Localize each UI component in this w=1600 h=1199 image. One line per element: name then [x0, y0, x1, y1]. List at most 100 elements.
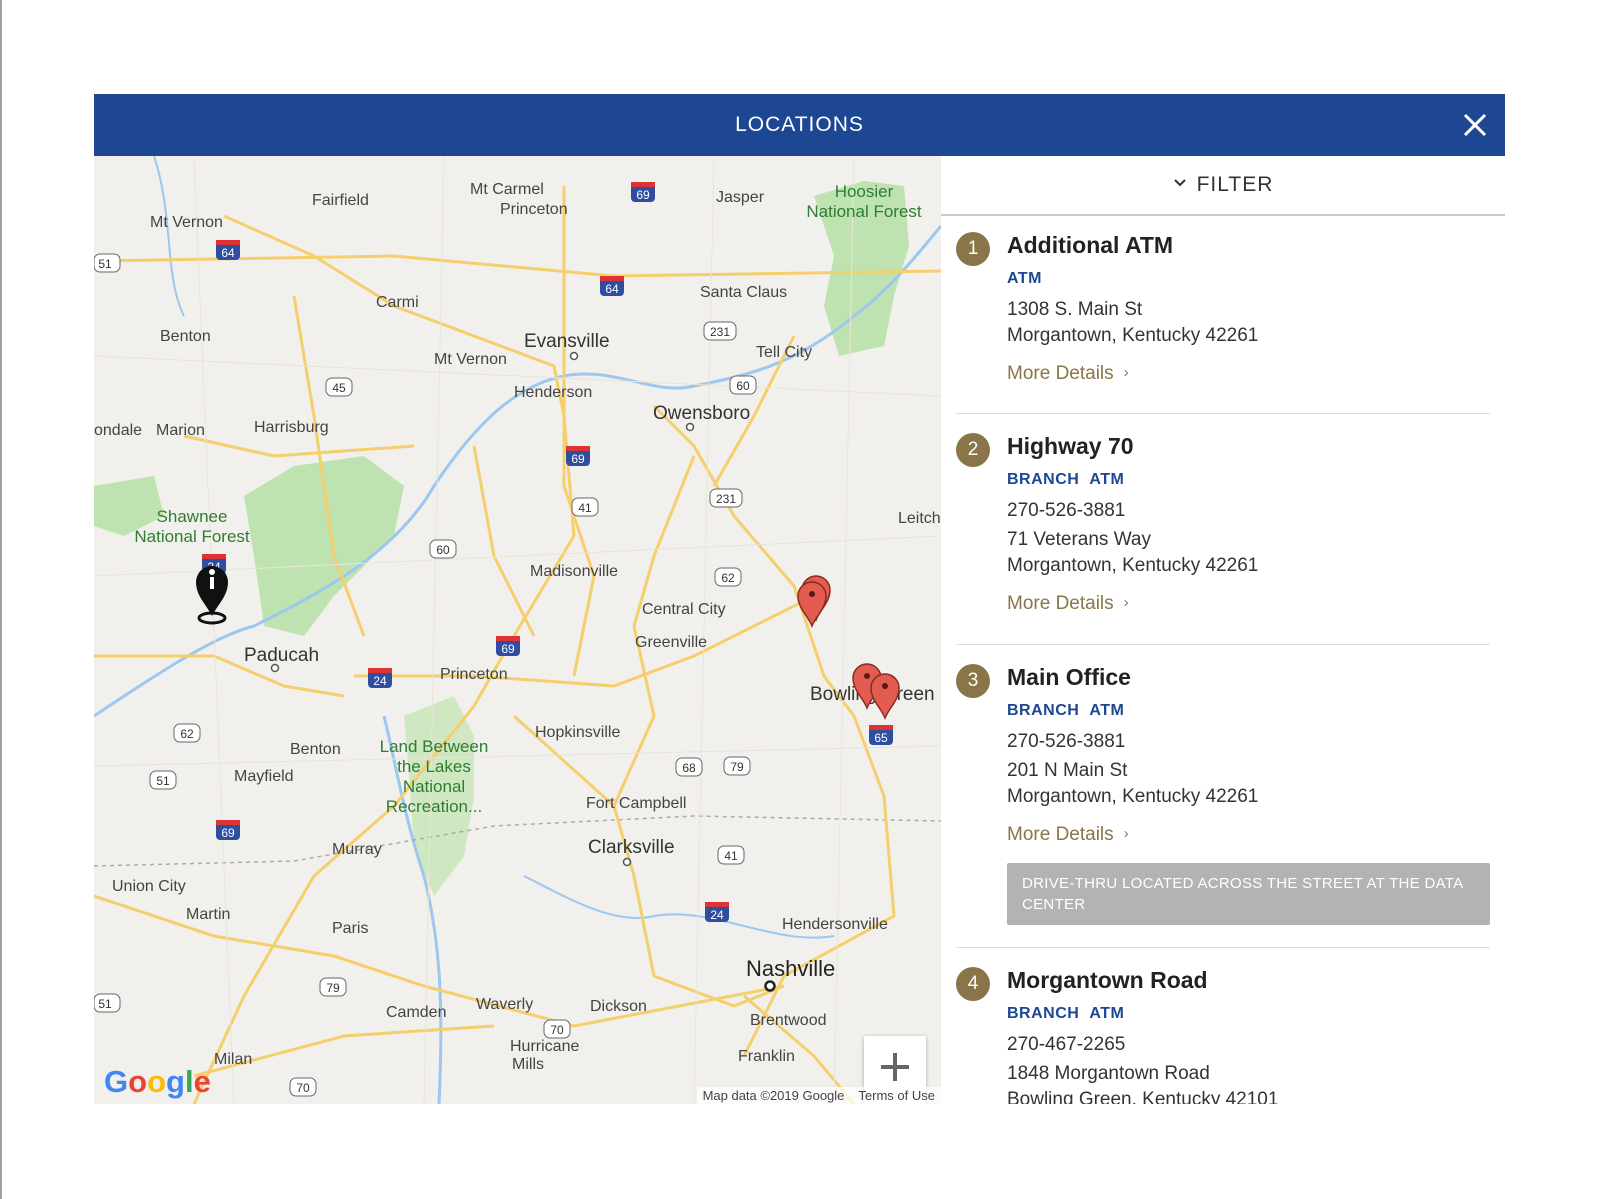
location-city: Bowling Green, Kentucky 42101: [1007, 1089, 1279, 1104]
shield-us45: 45: [325, 377, 353, 397]
svg-text:51: 51: [98, 997, 112, 1011]
location-item[interactable]: 4 Morgantown Road BRANCH ATM 270-467-2265…: [956, 967, 1490, 1104]
map-data-text: Map data ©2019 Google: [702, 1088, 845, 1103]
svg-text:79: 79: [326, 981, 340, 995]
location-types: BRANCH ATM: [1007, 1005, 1134, 1023]
shield-us231b: 231: [709, 488, 743, 508]
label-clarksville: Clarksville: [588, 837, 675, 858]
label-harrisburg: Harrisburg: [254, 419, 329, 436]
location-name: Additional ATM: [1007, 232, 1174, 258]
shield-i69c: 69: [496, 636, 520, 656]
label-madisonville: Madisonville: [530, 563, 618, 580]
label-paducah: Paducah: [244, 645, 319, 666]
svg-text:45: 45: [332, 381, 346, 395]
shield-us79b: 79: [319, 977, 347, 997]
filter-toggle[interactable]: FILTER: [941, 156, 1505, 216]
location-phone[interactable]: 270-526-3881: [1007, 731, 1125, 753]
locations-panel[interactable]: FILTER 1 Additional ATM ATM 1308 S. Main…: [941, 156, 1505, 1104]
svg-text:70: 70: [550, 1023, 564, 1037]
svg-text:60: 60: [436, 543, 450, 557]
svg-text:69: 69: [221, 826, 235, 840]
label-shawnee-nf: National Forest: [134, 527, 250, 546]
page-edge: [0, 0, 2, 1199]
svg-text:64: 64: [221, 246, 235, 260]
shield-i24c: 24: [705, 902, 729, 922]
label-evansville: Evansville: [524, 331, 610, 352]
shield-us51a: 51: [94, 253, 121, 273]
modal-header: LOCATIONS: [94, 94, 1505, 156]
shield-us51b: 51: [149, 770, 177, 790]
label-union-city: Union City: [112, 878, 186, 895]
shield-us60a: 60: [729, 375, 757, 395]
location-phone[interactable]: 270-467-2265: [1007, 1034, 1125, 1056]
type-tag: ATM: [1007, 270, 1042, 287]
close-button[interactable]: [1459, 109, 1491, 141]
map-view[interactable]: Fairfield Mt Carmel Princeton Jasper Mt …: [94, 156, 941, 1104]
svg-text:51: 51: [156, 774, 170, 788]
label-greenville: Greenville: [635, 634, 707, 651]
location-phone[interactable]: 270-526-3881: [1007, 500, 1125, 522]
label-princeton-ky: Princeton: [440, 666, 508, 683]
location-item[interactable]: 2 Highway 70 BRANCH ATM 270-526-3881 71 V…: [956, 433, 1490, 633]
current-location-icon[interactable]: [196, 566, 228, 625]
google-logo: Google: [104, 1064, 211, 1099]
location-street: 71 Veterans Way: [1007, 529, 1151, 550]
terms-of-use-link[interactable]: Terms of Use: [858, 1088, 935, 1103]
location-name: Highway 70: [1007, 433, 1134, 459]
more-details-link[interactable]: More Details ›: [1007, 593, 1129, 615]
label-fairfield: Fairfield: [312, 192, 369, 209]
shield-i64b: 64: [600, 276, 624, 296]
svg-text:51: 51: [98, 257, 112, 271]
label-central-city: Central City: [642, 601, 726, 618]
svg-text:41: 41: [578, 501, 592, 515]
label-hurricane: Hurricane: [510, 1038, 579, 1055]
shield-us70a: 70: [543, 1019, 571, 1039]
shield-us41b: 41: [717, 845, 745, 865]
label-paris: Paris: [332, 920, 368, 937]
label-princeton-in: Princeton: [500, 201, 568, 218]
label-lbl-3: National: [403, 777, 465, 796]
shield-i64a: 64: [216, 240, 240, 260]
filter-label: FILTER: [1196, 173, 1274, 196]
label-mt-vernon-in: Mt Vernon: [434, 351, 507, 368]
label-carmi: Carmi: [376, 294, 419, 311]
svg-text:24: 24: [373, 674, 387, 688]
svg-text:65: 65: [874, 731, 888, 745]
svg-text:79: 79: [730, 760, 744, 774]
label-mayfield: Mayfield: [234, 768, 294, 785]
shield-i24b: 24: [368, 668, 392, 688]
location-item[interactable]: 3 Main Office BRANCH ATM 270-526-3881 201…: [956, 664, 1490, 934]
label-jasper: Jasper: [716, 189, 765, 206]
label-hoosier: Hoosier: [835, 182, 894, 201]
svg-text:62: 62: [721, 571, 735, 585]
label-camden: Camden: [386, 1004, 446, 1021]
label-lbl-1: Land Between: [380, 737, 489, 756]
more-details-link[interactable]: More Details ›: [1007, 824, 1129, 846]
label-brentwood: Brentwood: [750, 1012, 827, 1029]
map-canvas[interactable]: Fairfield Mt Carmel Princeton Jasper Mt …: [94, 156, 941, 1104]
location-number: 4: [956, 967, 990, 1001]
shield-us62b: 62: [173, 723, 201, 743]
label-dickson: Dickson: [590, 998, 647, 1015]
shield-us79a: 79: [723, 756, 751, 776]
label-lbl-2: the Lakes: [397, 757, 471, 776]
label-henderson: Henderson: [514, 384, 592, 401]
type-tag: ATM: [1089, 1005, 1125, 1022]
svg-text:60: 60: [736, 379, 750, 393]
shield-us231a: 231: [703, 321, 737, 341]
location-city: Morgantown, Kentucky 42261: [1007, 786, 1259, 807]
shield-us62a: 62: [714, 567, 742, 587]
location-number: 3: [956, 664, 990, 698]
label-mt-carmel: Mt Carmel: [470, 181, 544, 198]
more-details-label: More Details: [1007, 593, 1114, 614]
label-lbl-4: Recreation...: [386, 797, 482, 816]
shield-i69b: 69: [566, 446, 590, 466]
label-benton-il: Benton: [160, 328, 211, 345]
label-mt-vernon-il: Mt Vernon: [150, 214, 223, 231]
modal-title: LOCATIONS: [735, 113, 864, 136]
label-shawnee: Shawnee: [157, 507, 228, 526]
more-details-link[interactable]: More Details ›: [1007, 363, 1129, 385]
location-types: BRANCH ATM: [1007, 471, 1134, 489]
location-item[interactable]: 1 Additional ATM ATM 1308 S. Main St Mor…: [956, 232, 1490, 392]
chevron-right-icon: ›: [1123, 364, 1129, 381]
